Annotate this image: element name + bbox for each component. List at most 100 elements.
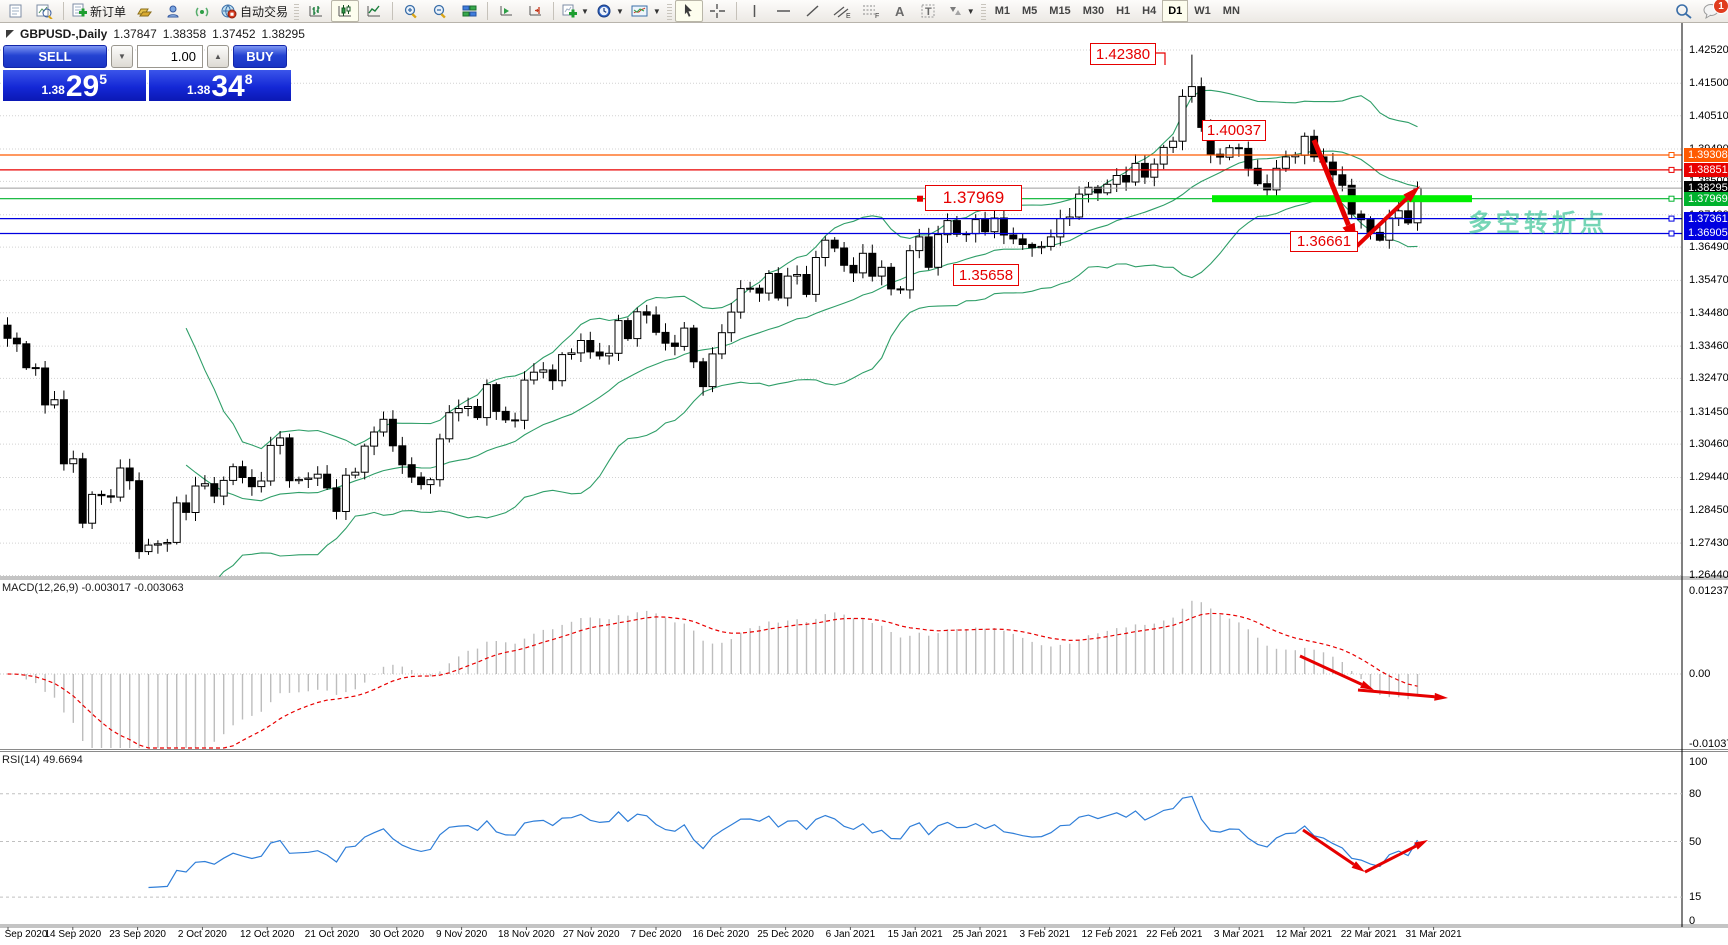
analyst-note: 多空转折点	[1468, 210, 1608, 237]
new-order-button[interactable]: 新订单	[68, 0, 129, 22]
macd-label: MACD(12,26,9) -0.003017 -0.003063	[2, 582, 184, 594]
timeframe-D1[interactable]: D1	[1162, 0, 1189, 22]
toolbar-separator	[735, 2, 737, 20]
price-axis-tick: 1.30460	[1689, 438, 1728, 451]
volume-increase-button[interactable]: ▲	[207, 45, 229, 68]
mt4-window: 新订单 自动交易 ▼ ▼ ▼ E F A T ▼ M1 M5 M15 M30 H…	[0, 0, 1728, 945]
price-axis-badge: 1.37969	[1684, 191, 1728, 206]
price-axis-tick: 1.31450	[1689, 405, 1728, 418]
date-axis-label: 25 Jan 2021	[952, 929, 1008, 940]
date-axis-label: 16 Dec 2020	[692, 929, 750, 940]
volume-decrease-button[interactable]: ▼	[111, 45, 133, 68]
text-tool[interactable]: A	[886, 0, 914, 22]
price-axis-tick: 1.36490	[1689, 241, 1728, 254]
timeframe-MN[interactable]: MN	[1217, 0, 1246, 22]
chart-title: GBPUSD-,Daily 1.37847 1.38358 1.37452 1.…	[6, 27, 305, 41]
price-annotation: 1.36661	[1290, 231, 1358, 252]
toolbar-grip[interactable]	[980, 2, 986, 20]
tile-windows-icon[interactable]	[455, 0, 483, 22]
main-toolbar: 新订单 自动交易 ▼ ▼ ▼ E F A T ▼ M1 M5 M15 M30 H…	[0, 0, 1728, 23]
one-click-trading-panel: SELL ▼ ▲ BUY 1.38 29 5 1.38 34 8	[3, 45, 291, 103]
date-axis-label: 23 Sep 2020	[109, 929, 166, 940]
date-axis-label: 6 Jan 2021	[825, 929, 876, 940]
date-axis-label: 12 Feb 2021	[1081, 929, 1138, 940]
vertical-line-tool[interactable]	[741, 0, 769, 22]
timeframe-M30[interactable]: M30	[1077, 0, 1110, 22]
chart-window-icon[interactable]	[2, 0, 30, 22]
ohlc-close: 1.38295	[261, 27, 305, 41]
volume-input[interactable]	[137, 45, 203, 68]
notifications-icon[interactable]: 1	[1702, 0, 1728, 20]
svg-text:A: A	[895, 4, 905, 19]
auto-scroll-icon[interactable]	[492, 0, 520, 22]
date-axis-label: 15 Jan 2021	[887, 929, 943, 940]
chart-canvas[interactable]	[0, 0, 1728, 945]
sell-button[interactable]: SELL	[3, 45, 107, 68]
date-axis-label: 2 Oct 2020	[177, 929, 227, 940]
price-annotation: 1.35658	[953, 264, 1019, 286]
candlestick-mode-icon[interactable]	[331, 0, 360, 22]
sell-price-big: 29	[65, 70, 100, 103]
community-icon[interactable]	[159, 0, 187, 22]
ohlc-high: 1.38358	[162, 27, 207, 41]
price-axis-badge: 1.37361	[1684, 211, 1728, 226]
trendline-tool[interactable]	[799, 0, 827, 22]
timeframe-M15[interactable]: M15	[1043, 0, 1076, 22]
templates-button[interactable]: ▼	[628, 0, 664, 22]
toolbar-grip[interactable]	[294, 2, 300, 20]
line-chart-mode-icon[interactable]	[360, 0, 388, 22]
new-order-label: 新订单	[90, 4, 127, 19]
date-axis-label: 18 Nov 2020	[498, 929, 555, 940]
date-axis-label: 12 Mar 2021	[1275, 929, 1333, 940]
price-axis-tick: 1.29440	[1689, 471, 1728, 484]
fibonacci-tool[interactable]: F	[857, 0, 885, 22]
timeframe-H1[interactable]: H1	[1110, 0, 1136, 22]
price-axis-tick: 1.26440	[1689, 569, 1728, 582]
date-axis-label: 27 Nov 2020	[562, 929, 620, 940]
buy-button[interactable]: BUY	[233, 45, 287, 68]
arrows-shapes-button[interactable]: ▼	[944, 0, 978, 22]
timeframe-H4[interactable]: H4	[1136, 0, 1162, 22]
signals-icon[interactable]	[188, 0, 216, 22]
notification-count-badge: 1	[1713, 0, 1728, 14]
zoom-in-icon[interactable]	[397, 0, 425, 22]
date-axis-label: 9 Nov 2020	[436, 929, 488, 940]
timeframes-button[interactable]: ▼	[593, 0, 627, 22]
macd-values: -0.003017 -0.003063	[81, 582, 184, 594]
date-axis-label: 31 Mar 2021	[1405, 929, 1462, 940]
macd-axis-tick: 0.012372	[1689, 584, 1728, 597]
auto-trading-button[interactable]: 自动交易	[217, 0, 291, 22]
macd-axis-tick: 0.00	[1689, 668, 1711, 680]
price-annotation: 1.40037	[1202, 120, 1266, 141]
cursor-tool-icon[interactable]	[674, 0, 703, 22]
rsi-axis-tick: 50	[1689, 835, 1702, 848]
price-annotation: 1.37969	[925, 185, 1022, 211]
chart-collapse-icon[interactable]	[6, 30, 14, 38]
search-icon[interactable]	[1674, 2, 1694, 20]
market-icon[interactable]	[130, 0, 158, 22]
date-axis-label: 21 Oct 2020	[304, 929, 360, 940]
zoom-out-icon[interactable]	[426, 0, 454, 22]
price-annotation: 1.42380	[1090, 43, 1156, 65]
equidistant-channel-tool[interactable]: E	[828, 0, 856, 22]
crosshair-tool-icon[interactable]	[704, 0, 732, 22]
price-axis-tick: 1.34480	[1689, 306, 1728, 319]
timeframe-M5[interactable]: M5	[1016, 0, 1043, 22]
price-axis-tick: 1.35470	[1689, 274, 1728, 287]
sell-price-button[interactable]: 1.38 29 5	[3, 70, 146, 103]
new-chart-button[interactable]: ▼	[558, 0, 592, 22]
buy-price-button[interactable]: 1.38 34 8	[148, 70, 291, 102]
buy-price-pipette: 8	[244, 71, 253, 87]
price-axis-tick: 1.42520	[1689, 44, 1728, 56]
timeframe-M1[interactable]: M1	[989, 0, 1016, 22]
timeframe-W1[interactable]: W1	[1188, 0, 1217, 22]
chart-preview-icon[interactable]	[31, 0, 59, 22]
toolbar-grip[interactable]	[666, 2, 672, 20]
horizontal-line-tool[interactable]	[770, 0, 798, 22]
auto-trading-label: 自动交易	[240, 4, 289, 19]
text-label-tool[interactable]: T	[915, 0, 943, 22]
chart-shift-icon[interactable]	[521, 0, 549, 22]
symbol-period: GBPUSD-,Daily	[20, 27, 108, 41]
rsi-label: RSI(14) 49.6694	[2, 754, 83, 766]
bar-chart-mode-icon[interactable]	[302, 0, 330, 22]
